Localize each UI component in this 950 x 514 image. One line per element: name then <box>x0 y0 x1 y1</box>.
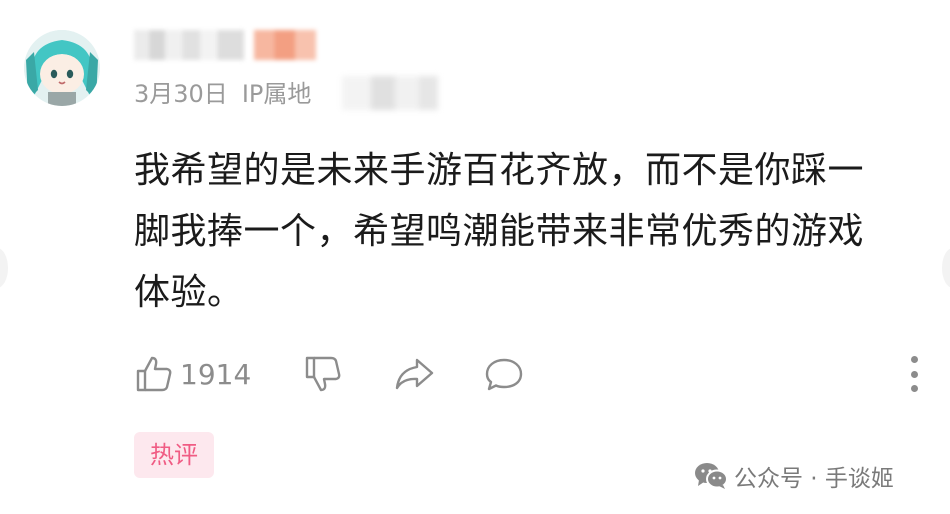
ip-location-redacted <box>342 76 438 110</box>
more-options-button[interactable] <box>904 356 924 392</box>
hot-comment-tag: 热评 <box>134 432 214 478</box>
wechat-icon <box>695 463 728 489</box>
like-button[interactable]: 1914 <box>134 354 251 394</box>
avatar[interactable] <box>24 30 100 106</box>
comment-line: 我希望的是未来手游百花齐放，而不是你踩一 <box>134 150 865 191</box>
dislike-button[interactable] <box>303 354 343 394</box>
comment-line: 脚我捧一个，希望鸣潮能带来非常优秀的游戏 <box>134 211 865 252</box>
right-edge-handle <box>942 248 950 288</box>
left-edge-handle <box>0 248 8 288</box>
ip-location-label: IP属地 <box>241 80 312 108</box>
thumbs-up-icon <box>136 356 172 392</box>
more-icon-dot <box>910 356 918 363</box>
comment-line: 体验。 <box>134 272 244 313</box>
wechat-watermark: 公众号 · 手谈姬 <box>694 460 894 492</box>
comment-date: 3月30日 <box>134 80 228 108</box>
avatar-image <box>24 30 100 106</box>
reply-icon <box>486 358 523 391</box>
comment-text: 我希望的是未来手游百花齐放，而不是你踩一 脚我捧一个，希望鸣潮能带来非常优秀的游… <box>134 140 914 323</box>
reply-button[interactable] <box>483 354 525 394</box>
user-badge-redacted <box>254 30 316 60</box>
share-icon <box>396 358 434 390</box>
username-redacted[interactable] <box>134 30 244 60</box>
more-icon-dot <box>910 385 918 392</box>
comment-actions: 1914 <box>134 350 525 398</box>
like-count: 1914 <box>180 357 252 391</box>
more-icon-dot <box>910 370 918 378</box>
comment-meta: 3月30日 IP属地 <box>134 78 311 110</box>
share-button[interactable] <box>393 354 435 394</box>
thumbs-down-icon <box>306 356 341 392</box>
watermark-text: 公众号 · 手谈姬 <box>734 466 894 492</box>
